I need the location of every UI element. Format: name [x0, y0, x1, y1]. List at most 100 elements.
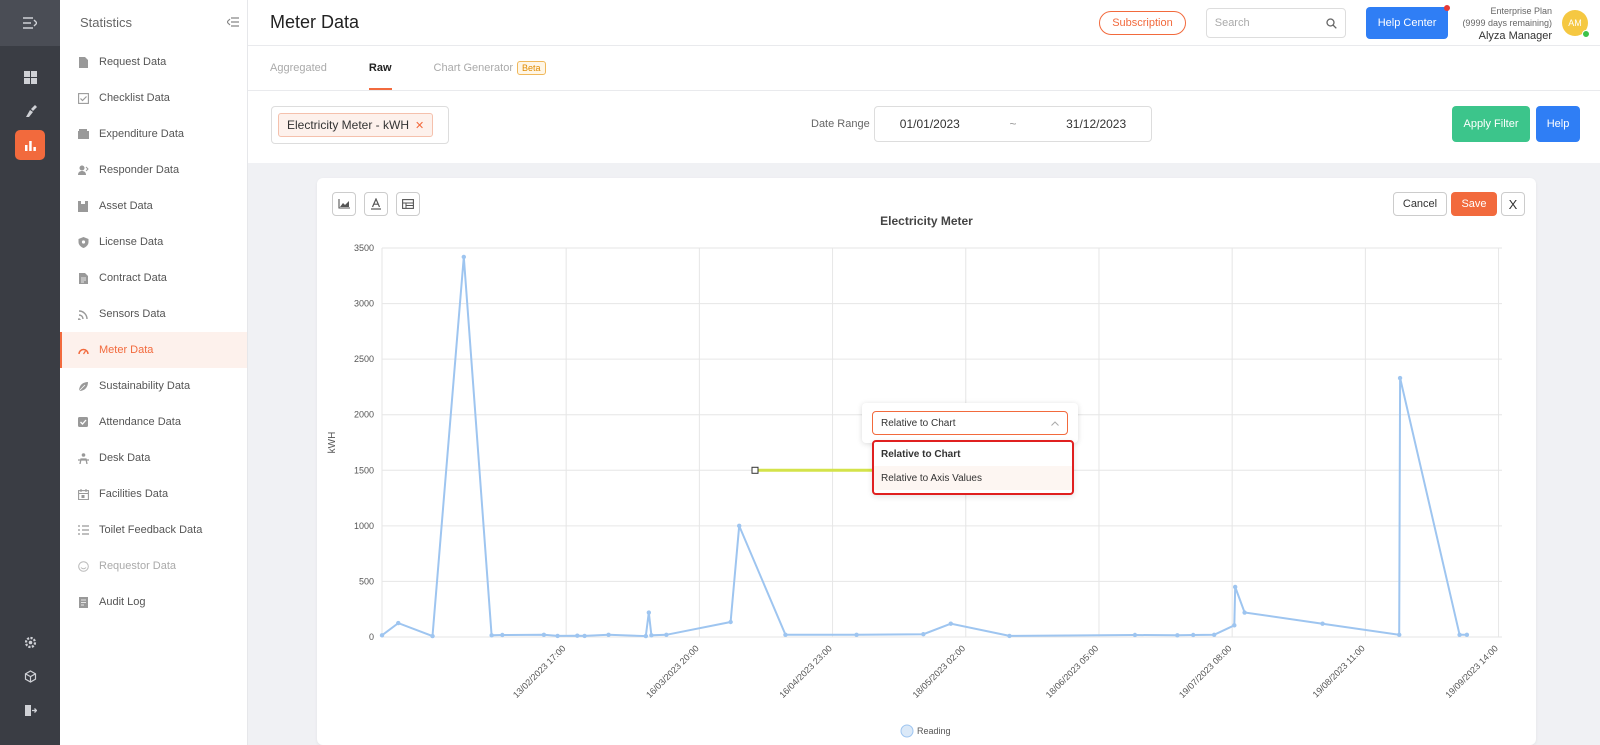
sidebar-item-request-data[interactable]: Request Data	[60, 44, 247, 80]
data-point[interactable]	[575, 633, 580, 638]
cleaning-icon[interactable]	[15, 96, 45, 126]
data-point[interactable]	[854, 632, 859, 637]
cube-icon[interactable]	[15, 661, 45, 691]
legend-label: Reading	[917, 726, 951, 736]
sidebar-item-label: Desk Data	[99, 452, 151, 464]
data-point[interactable]	[921, 632, 926, 637]
data-point[interactable]	[1175, 633, 1180, 638]
leaf-icon	[78, 381, 89, 392]
sidebar-item-expenditure-data[interactable]: Expenditure Data	[60, 116, 247, 152]
data-point[interactable]	[379, 633, 385, 638]
dashboard-icon[interactable]	[15, 62, 45, 92]
search-input[interactable]: Search	[1205, 8, 1346, 38]
subscription-button[interactable]: Subscription	[1099, 11, 1186, 35]
data-point[interactable]	[461, 254, 467, 260]
x-tick-label: 18/06/2023 05:00	[1044, 643, 1101, 700]
statistics-icon[interactable]	[15, 130, 45, 160]
avatar[interactable]: AM	[1562, 10, 1590, 38]
date-from[interactable]: 01/01/2023	[900, 117, 960, 131]
log-icon	[78, 596, 89, 608]
data-point[interactable]	[1397, 632, 1402, 637]
data-point[interactable]	[1232, 584, 1238, 590]
data-point[interactable]	[737, 523, 742, 529]
date-range-picker[interactable]: 01/01/2023 ~ 31/12/2023	[874, 106, 1152, 142]
data-point[interactable]	[1320, 621, 1325, 626]
data-point[interactable]	[555, 633, 560, 639]
statistics-sidebar: Statistics Request Data Checklist Data Exp…	[60, 0, 248, 745]
tab-chart-generator[interactable]: Chart Generator Beta	[434, 46, 546, 90]
data-point[interactable]	[430, 633, 435, 639]
data-point[interactable]	[1397, 375, 1403, 381]
data-point[interactable]	[646, 610, 652, 615]
data-point[interactable]	[643, 633, 649, 639]
sidebar-item-label: Expenditure Data	[99, 128, 184, 140]
help-button[interactable]: Help	[1536, 106, 1580, 142]
option-relative-to-axis-values[interactable]: Relative to Axis Values	[874, 466, 1072, 490]
sidebar-item-contract-data[interactable]: Contract Data	[60, 260, 247, 296]
position-select-value: Relative to Chart	[881, 417, 956, 429]
collapse-sidebar-icon[interactable]	[226, 15, 239, 30]
data-point[interactable]	[396, 620, 401, 626]
meter-chip-label: Electricity Meter - kWH	[287, 118, 410, 132]
data-point[interactable]	[1464, 632, 1470, 637]
sidebar-item-facilities-data[interactable]: Facilities Data	[60, 476, 247, 512]
annotation-handle[interactable]	[751, 466, 759, 474]
data-point[interactable]	[1132, 632, 1138, 638]
sidebar-item-label: Audit Log	[99, 596, 146, 608]
desk-icon	[78, 452, 89, 464]
sidebar-item-requestor-data[interactable]: Requestor Data	[60, 548, 247, 584]
annotation-position-popup: Relative to Chart	[862, 403, 1078, 443]
data-point[interactable]	[1232, 623, 1237, 628]
data-point[interactable]	[541, 632, 547, 637]
data-point[interactable]	[1190, 632, 1196, 638]
data-point[interactable]	[1242, 610, 1247, 615]
menu-toggle-icon[interactable]	[0, 0, 60, 46]
option-relative-to-chart[interactable]: Relative to Chart	[874, 442, 1072, 466]
remove-chip-icon[interactable]: ✕	[415, 119, 424, 132]
data-point[interactable]	[1457, 632, 1462, 637]
data-point[interactable]	[582, 633, 587, 639]
logout-icon[interactable]	[15, 695, 45, 725]
settings-gear-icon[interactable]	[15, 627, 45, 657]
sidebar-item-audit-log[interactable]: Audit Log	[60, 584, 247, 620]
date-range-label: Date Range	[811, 118, 870, 130]
responder-icon	[78, 165, 89, 176]
data-point[interactable]	[606, 632, 611, 637]
data-point[interactable]	[783, 632, 788, 637]
date-separator: ~	[1009, 117, 1017, 131]
sidebar-item-responder-data[interactable]: Responder Data	[60, 152, 247, 188]
gauge-icon	[78, 345, 89, 356]
data-point[interactable]	[649, 633, 654, 638]
apply-filter-button[interactable]: Apply Filter	[1452, 106, 1530, 142]
meter-select[interactable]: Electricity Meter - kWH ✕	[271, 106, 449, 144]
data-point[interactable]	[500, 632, 505, 638]
sidebar-item-attendance-data[interactable]: Attendance Data	[60, 404, 247, 440]
tab-raw[interactable]: Raw	[368, 46, 392, 90]
sidebar-item-checklist-data[interactable]: Checklist Data	[60, 80, 247, 116]
data-point[interactable]	[728, 619, 733, 625]
sidebar-item-toilet-feedback-data[interactable]: Toilet Feedback Data	[60, 512, 247, 548]
x-tick-label: 16/03/2023 20:00	[644, 643, 701, 700]
y-tick-label: 2000	[354, 410, 374, 420]
data-point[interactable]	[1211, 632, 1217, 637]
beta-badge: Beta	[517, 61, 546, 75]
avatar-initials: AM	[1568, 18, 1582, 28]
position-select[interactable]: Relative to Chart	[872, 411, 1068, 435]
tab-aggregated[interactable]: Aggregated	[270, 46, 327, 90]
chevron-up-icon	[1051, 420, 1059, 426]
sidebar-item-meter-data[interactable]: Meter Data	[60, 332, 247, 368]
sidebar-item-license-data[interactable]: License Data	[60, 224, 247, 260]
sidebar-item-sustainability-data[interactable]: Sustainability Data	[60, 368, 247, 404]
sidebar-item-asset-data[interactable]: Asset Data	[60, 188, 247, 224]
sidebar-header: Statistics	[60, 0, 247, 44]
data-point[interactable]	[489, 633, 494, 638]
sidebar-item-sensors-data[interactable]: Sensors Data	[60, 296, 247, 332]
help-center-button[interactable]: Help Center	[1365, 5, 1451, 39]
data-point[interactable]	[948, 621, 953, 626]
sidebar-item-label: Attendance Data	[99, 416, 181, 428]
date-to[interactable]: 31/12/2023	[1066, 117, 1126, 131]
notification-dot	[1444, 5, 1451, 11]
data-point[interactable]	[1007, 633, 1012, 639]
sidebar-item-desk-data[interactable]: Desk Data	[60, 440, 247, 476]
data-point[interactable]	[664, 632, 669, 637]
